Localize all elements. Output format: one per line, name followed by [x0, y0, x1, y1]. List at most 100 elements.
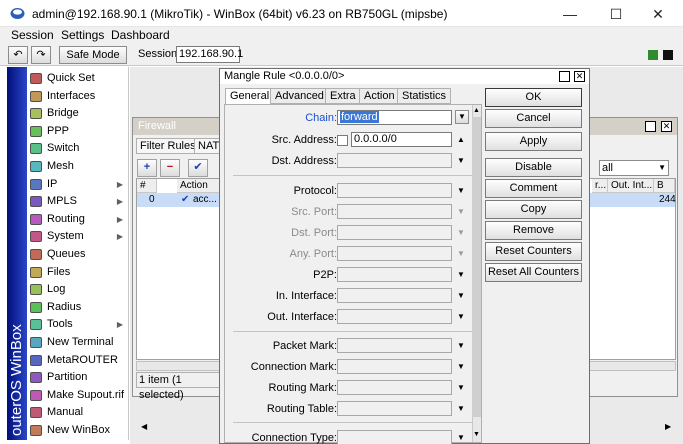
- connection-type-expand-icon[interactable]: ▼: [455, 430, 467, 444]
- copy-button[interactable]: Copy: [485, 200, 582, 219]
- menu-dashboard[interactable]: Dashboard: [111, 28, 170, 42]
- scroll-down-icon[interactable]: ▼: [472, 431, 481, 439]
- maximize-icon[interactable]: ☐: [598, 4, 634, 24]
- column-number[interactable]: #: [137, 179, 157, 193]
- remove-button[interactable]: Remove: [485, 221, 582, 240]
- sidebar-item-label: Queues: [47, 248, 86, 260]
- dialog-close-icon[interactable]: ✕: [574, 71, 585, 82]
- sidebar-item-log[interactable]: Log: [27, 281, 129, 298]
- redo-button[interactable]: ↷: [31, 46, 51, 64]
- menu-settings[interactable]: Settings: [61, 28, 104, 42]
- sidebar-item-quick-set[interactable]: Quick Set: [27, 70, 129, 87]
- dialog-maximize-icon[interactable]: [559, 71, 570, 82]
- reset-counters-button[interactable]: Reset Counters: [485, 242, 582, 261]
- close-icon[interactable]: ✕: [640, 4, 676, 24]
- packet-mark-expand-icon[interactable]: ▼: [455, 338, 467, 353]
- p2p-input[interactable]: [337, 267, 452, 282]
- scroll-right-icon[interactable]: ▶: [665, 422, 671, 431]
- column-out-interface[interactable]: Out. Int...: [608, 179, 654, 193]
- tab-advanced[interactable]: Advanced: [270, 88, 329, 104]
- sidebar-item-bridge[interactable]: Bridge: [27, 105, 129, 122]
- scroll-up-icon[interactable]: ▲: [472, 107, 481, 115]
- tab-general[interactable]: General: [225, 88, 275, 105]
- protocol-input[interactable]: [337, 183, 452, 198]
- dst-port-input[interactable]: [337, 225, 452, 240]
- firewall-filter-select[interactable]: all ▼: [599, 160, 669, 176]
- src-address-input[interactable]: 0.0.0.0/0: [351, 132, 452, 147]
- column-bytes[interactable]: B: [654, 179, 675, 193]
- sidebar-item-radius[interactable]: Radius: [27, 299, 129, 316]
- connection-type-input[interactable]: [337, 430, 452, 444]
- undo-button[interactable]: ↶: [8, 46, 28, 64]
- sidebar-item-routing[interactable]: Routing ▶: [27, 211, 129, 228]
- packet-mark-input[interactable]: [337, 338, 452, 353]
- sidebar-item-label: Make Supout.rif: [47, 388, 125, 401]
- src-address-invert-checkbox[interactable]: [337, 135, 348, 146]
- routing-mark-expand-icon[interactable]: ▼: [455, 380, 467, 395]
- in-interface-expand-icon[interactable]: ▼: [455, 288, 467, 303]
- manual-icon: [30, 407, 42, 419]
- submenu-arrow-icon: ▶: [116, 197, 123, 207]
- tab-statistics[interactable]: Statistics: [397, 88, 452, 104]
- sidebar-item-switch[interactable]: Switch: [27, 140, 129, 157]
- src-address-collapse-icon[interactable]: ▲: [455, 132, 467, 147]
- plus-icon: +: [143, 161, 151, 173]
- sidebar-item-mpls[interactable]: MPLS ▶: [27, 193, 129, 210]
- connection-mark-expand-icon[interactable]: ▼: [455, 359, 467, 374]
- firewall-close-icon[interactable]: ✕: [661, 121, 672, 132]
- cancel-button[interactable]: Cancel: [485, 109, 582, 128]
- sidebar-item-new-terminal[interactable]: New Terminal: [27, 334, 129, 351]
- sidebar-item-interfaces[interactable]: Interfaces: [27, 88, 129, 105]
- sidebar-item-manual[interactable]: Manual: [27, 404, 129, 421]
- routing-table-expand-icon[interactable]: ▼: [455, 401, 467, 416]
- column-in-interface[interactable]: r...: [592, 179, 608, 193]
- sidebar-item-ppp[interactable]: PPP: [27, 123, 129, 140]
- sidebar-item-tools[interactable]: Tools ▶: [27, 316, 129, 333]
- safe-mode-button[interactable]: Safe Mode: [59, 46, 127, 64]
- scrollbar-thumb[interactable]: [472, 117, 481, 417]
- out-interface-input[interactable]: [337, 309, 452, 324]
- src-port-input[interactable]: [337, 204, 452, 219]
- sidebar-item-system[interactable]: System ▶: [27, 228, 129, 245]
- sidebar-item-queues[interactable]: Queues: [27, 246, 129, 263]
- sidebar-item-ip[interactable]: IP ▶: [27, 176, 129, 193]
- reset-all-counters-button[interactable]: Reset All Counters: [485, 263, 582, 282]
- tab-action[interactable]: Action: [359, 88, 400, 104]
- routing-table-input[interactable]: [337, 401, 452, 416]
- sidebar-item-mesh[interactable]: Mesh: [27, 158, 129, 175]
- menu-session[interactable]: Session: [11, 28, 54, 42]
- out-interface-expand-icon[interactable]: ▼: [455, 309, 467, 324]
- sidebar-item-metarouter[interactable]: MetaROUTER: [27, 352, 129, 369]
- connection-mark-input[interactable]: [337, 359, 452, 374]
- apply-button[interactable]: Apply: [485, 132, 582, 151]
- packet-mark-label: Packet Mark:: [272, 340, 337, 352]
- sidebar-item-make-supout-rif[interactable]: Make Supout.rif: [27, 387, 129, 404]
- remove-rule-button[interactable]: −: [160, 159, 180, 177]
- chain-dropdown-button[interactable]: ▼: [455, 110, 469, 124]
- minimize-icon[interactable]: —: [552, 4, 588, 24]
- add-rule-button[interactable]: +: [137, 159, 157, 177]
- dialog-title[interactable]: Mangle Rule <0.0.0.0/0>: [220, 69, 589, 84]
- chain-label: Chain:: [305, 112, 337, 124]
- p2p-expand-icon[interactable]: ▼: [455, 267, 467, 282]
- disable-button[interactable]: Disable: [485, 158, 582, 177]
- comment-button[interactable]: Comment: [485, 179, 582, 198]
- sidebar-item-new-winbox[interactable]: New WinBox: [27, 422, 129, 439]
- in-interface-input[interactable]: [337, 288, 452, 303]
- tab-extra[interactable]: Extra: [325, 88, 361, 104]
- dst-address-input[interactable]: [337, 153, 452, 168]
- chain-input[interactable]: forward: [337, 110, 452, 125]
- p2p-label: P2P:: [313, 269, 337, 281]
- sidebar-item-files[interactable]: Files: [27, 264, 129, 281]
- session-input[interactable]: 192.168.90.1: [176, 46, 243, 63]
- sidebar-item-label: Interfaces: [47, 89, 96, 102]
- dst-address-expand-icon[interactable]: ▼: [455, 153, 467, 168]
- protocol-expand-icon[interactable]: ▼: [455, 183, 467, 198]
- firewall-maximize-icon[interactable]: [645, 121, 656, 132]
- scroll-left-icon[interactable]: ◀: [141, 422, 147, 431]
- sidebar-item-partition[interactable]: Partition: [27, 369, 129, 386]
- routing-mark-input[interactable]: [337, 380, 452, 395]
- any-port-input[interactable]: [337, 246, 452, 261]
- tab-filter-rules[interactable]: Filter Rules: [136, 138, 200, 154]
- ok-button[interactable]: OK: [485, 88, 582, 107]
